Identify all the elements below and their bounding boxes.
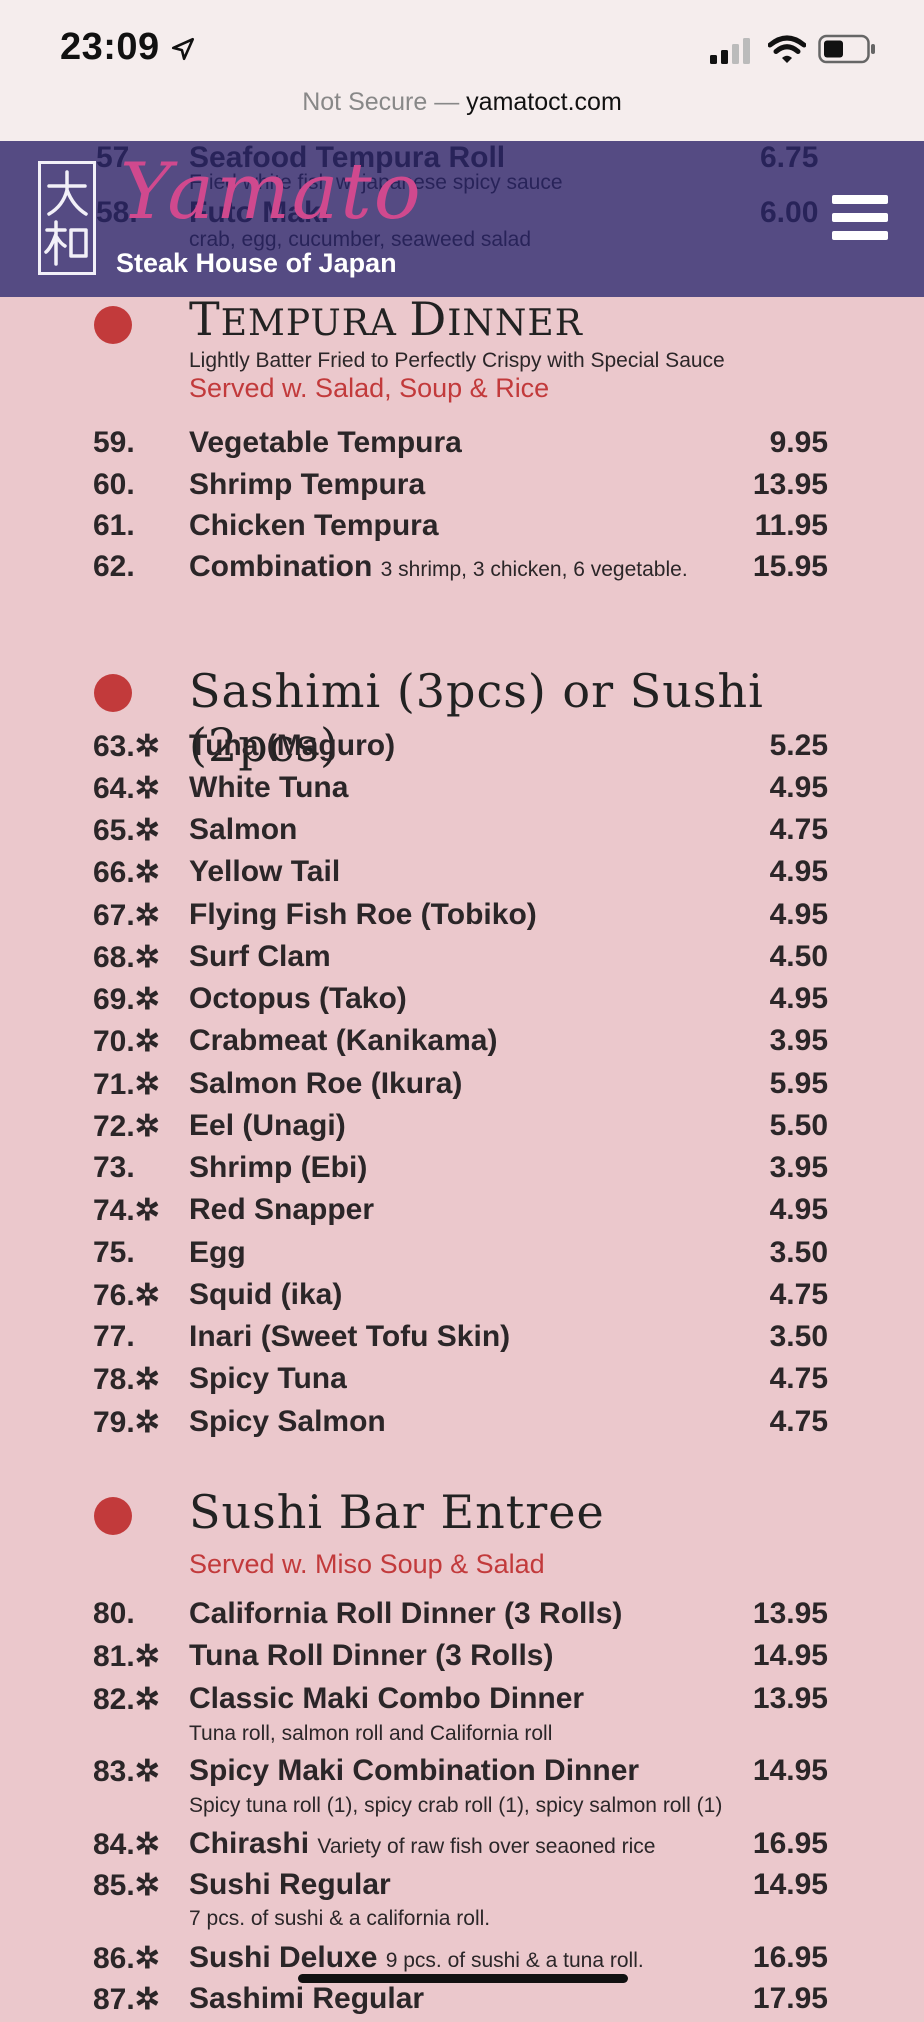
- address-bar[interactable]: Not Secure — yamatoct.com: [0, 88, 924, 117]
- item-description: Spicy tuna roll (1), spicy crab roll (1)…: [189, 1794, 723, 1817]
- menu-item: 62. Combination 3 shrimp, 3 chicken, 6 v…: [93, 550, 828, 583]
- cellular-signal-icon: [710, 38, 750, 64]
- site-header: 57. Seafood Tempura Roll 6.75 Fried whit…: [0, 141, 924, 297]
- location-arrow-icon: [171, 37, 195, 61]
- menu-item: 80. California Roll Dinner (3 Rolls) 13.95: [93, 1597, 828, 1630]
- wifi-icon: [768, 35, 806, 63]
- menu-item: 70.✲ Crabmeat (Kanikama) 3.95: [93, 1024, 828, 1058]
- home-indicator[interactable]: [298, 1974, 628, 1983]
- menu-item: 85.✲ Sushi Regular 14.95: [93, 1868, 828, 1902]
- menu-item: 63.✲ Tuna (Maguro) 5.25: [93, 729, 828, 763]
- menu-item: 87.✲ Sashimi Regular 17.95: [93, 1982, 828, 2016]
- security-label: Not Secure —: [302, 88, 467, 116]
- menu-item: 61. Chicken Tempura 11.95: [93, 509, 828, 542]
- battery-icon: [818, 34, 875, 64]
- menu-item: 76.✲ Squid (ika) 4.75: [93, 1278, 828, 1312]
- section-title-tempura: TEMPURA DINNER: [189, 292, 583, 346]
- clock: 23:09: [60, 26, 160, 68]
- menu-item: 67.✲ Flying Fish Roe (Tobiko) 4.95: [93, 898, 828, 932]
- menu-item: 81.✲ Tuna Roll Dinner (3 Rolls) 14.95: [93, 1639, 828, 1673]
- menu-item: 65.✲ Salmon 4.75: [93, 813, 828, 847]
- browser-status-bar: 23:09 Not Secure — yamatoct.com: [0, 0, 924, 141]
- menu-item: 84.✲ Chirashi Variety of raw fish over se…: [93, 1827, 828, 1861]
- menu-item: 69.✲ Octopus (Tako) 4.95: [93, 982, 828, 1016]
- section-bullet: [94, 306, 132, 344]
- section-subtitle: Lightly Batter Fried to Perfectly Crispy…: [189, 349, 725, 372]
- menu-item: 83.✲ Spicy Maki Combination Dinner 14.95: [93, 1754, 828, 1788]
- logo-subtitle: Steak House of Japan: [116, 248, 397, 278]
- menu-item: 72.✲ Eel (Unagi) 5.50: [93, 1109, 828, 1143]
- menu-item: 79.✲ Spicy Salmon 4.75: [93, 1405, 828, 1439]
- menu-item: 59. Vegetable Tempura 9.95: [93, 426, 828, 459]
- section-bullet: [94, 1497, 132, 1535]
- url-host: yamatoct.com: [466, 88, 622, 116]
- menu-item: 60. Shrimp Tempura 13.95: [93, 468, 828, 501]
- menu-item: 64.✲ White Tuna 4.95: [93, 771, 828, 805]
- section-title-sushi-bar: Sushi Bar Entree: [189, 1485, 605, 1539]
- menu-item: 77. Inari (Sweet Tofu Skin) 3.50: [93, 1320, 828, 1353]
- item-description: Tuna roll, salmon roll and California ro…: [189, 1722, 553, 1745]
- hamburger-menu-icon[interactable]: [832, 195, 888, 241]
- menu-item: 74.✲ Red Snapper 4.95: [93, 1193, 828, 1227]
- menu-item: 75. Egg 3.50: [93, 1236, 828, 1269]
- menu-item: 71.✲ Salmon Roe (Ikura) 5.95: [93, 1067, 828, 1101]
- served-with-note: Served w. Salad, Soup & Rice: [189, 373, 550, 403]
- served-with-note: Served w. Miso Soup & Salad: [189, 1549, 545, 1579]
- section-bullet: [94, 674, 132, 712]
- menu-item: 66.✲ Yellow Tail 4.95: [93, 855, 828, 889]
- menu-item: 82.✲ Classic Maki Combo Dinner 13.95: [93, 1682, 828, 1716]
- menu-item: 78.✲ Spicy Tuna 4.75: [93, 1362, 828, 1396]
- menu-item: 73. Shrimp (Ebi) 3.95: [93, 1151, 828, 1184]
- kanji-logo-icon[interactable]: [38, 161, 96, 275]
- menu-item: 68.✲ Surf Clam 4.50: [93, 940, 828, 974]
- item-description: 7 pcs. of sushi & a california roll.: [189, 1907, 491, 1930]
- logo-wordmark[interactable]: Yamato: [120, 147, 423, 237]
